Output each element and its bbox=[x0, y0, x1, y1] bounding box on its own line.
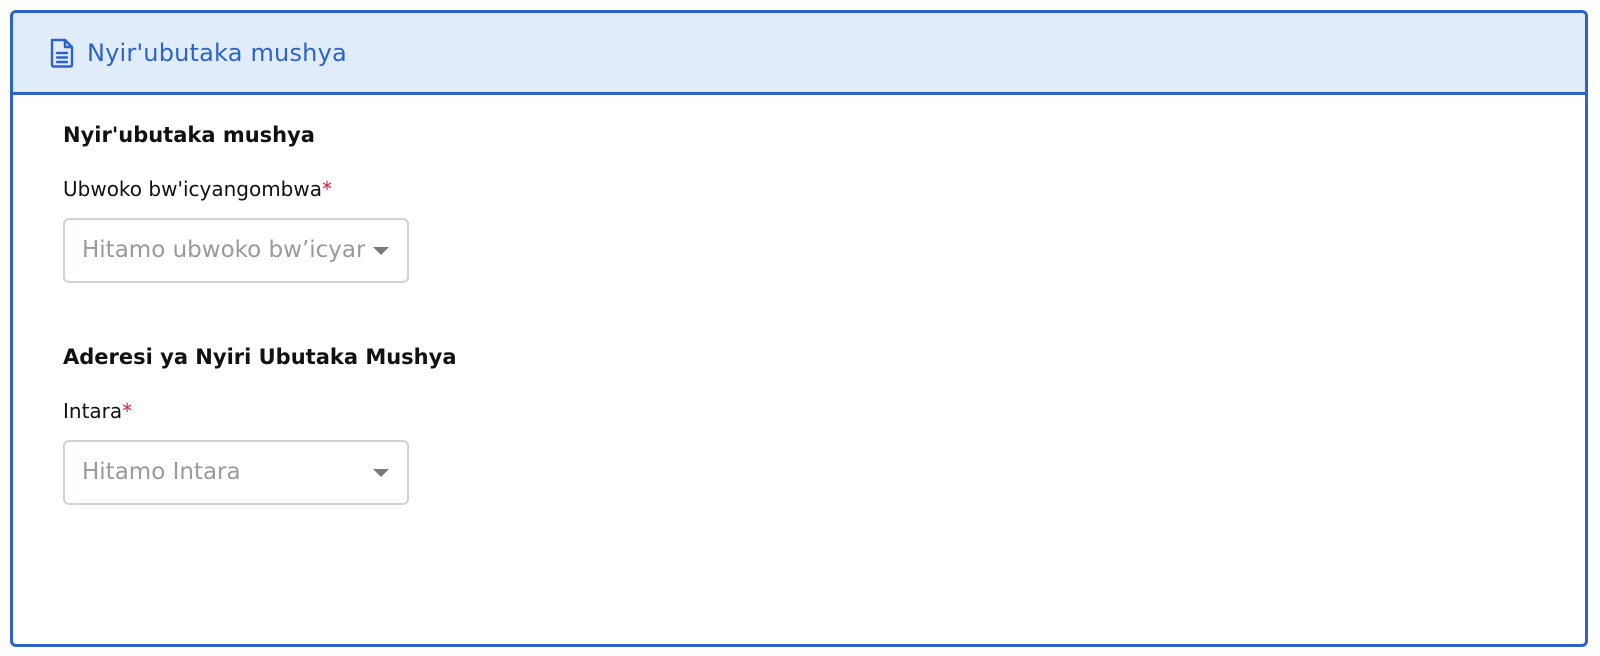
section-title-owner: Nyir'ubutaka mushya bbox=[63, 123, 315, 147]
province-placeholder: Hitamo Intara bbox=[82, 459, 241, 485]
form-card: Nyir'ubutaka mushya Nyir'ubutaka mushya … bbox=[10, 10, 1588, 647]
document-icon bbox=[49, 38, 75, 68]
province-label-text: Intara bbox=[63, 399, 123, 423]
section-title-address: Aderesi ya Nyiri Ubutaka Mushya bbox=[63, 345, 457, 369]
required-asterisk: * bbox=[122, 399, 133, 423]
card-body: Nyir'ubutaka mushya Ubwoko bw'icyangombw… bbox=[13, 95, 1585, 505]
province-select[interactable]: Hitamo Intara bbox=[63, 440, 409, 505]
document-type-select[interactable]: Hitamo ubwoko bw’icyangombwa bbox=[63, 218, 409, 283]
caret-down-icon bbox=[373, 247, 389, 255]
document-type-label-text: Ubwoko bw'icyangombwa bbox=[63, 177, 322, 201]
card-header: Nyir'ubutaka mushya bbox=[13, 13, 1585, 95]
card-title: Nyir'ubutaka mushya bbox=[87, 38, 347, 67]
required-asterisk: * bbox=[321, 177, 332, 201]
document-type-placeholder: Hitamo ubwoko bw’icyangombwa bbox=[82, 237, 365, 263]
owner-section: Nyir'ubutaka mushya Ubwoko bw'icyangombw… bbox=[63, 123, 1585, 283]
document-type-label: Ubwoko bw'icyangombwa* bbox=[63, 177, 1585, 201]
caret-down-icon bbox=[373, 469, 389, 477]
address-section: Aderesi ya Nyiri Ubutaka Mushya Intara* … bbox=[63, 345, 1585, 505]
province-label: Intara* bbox=[63, 399, 1585, 423]
